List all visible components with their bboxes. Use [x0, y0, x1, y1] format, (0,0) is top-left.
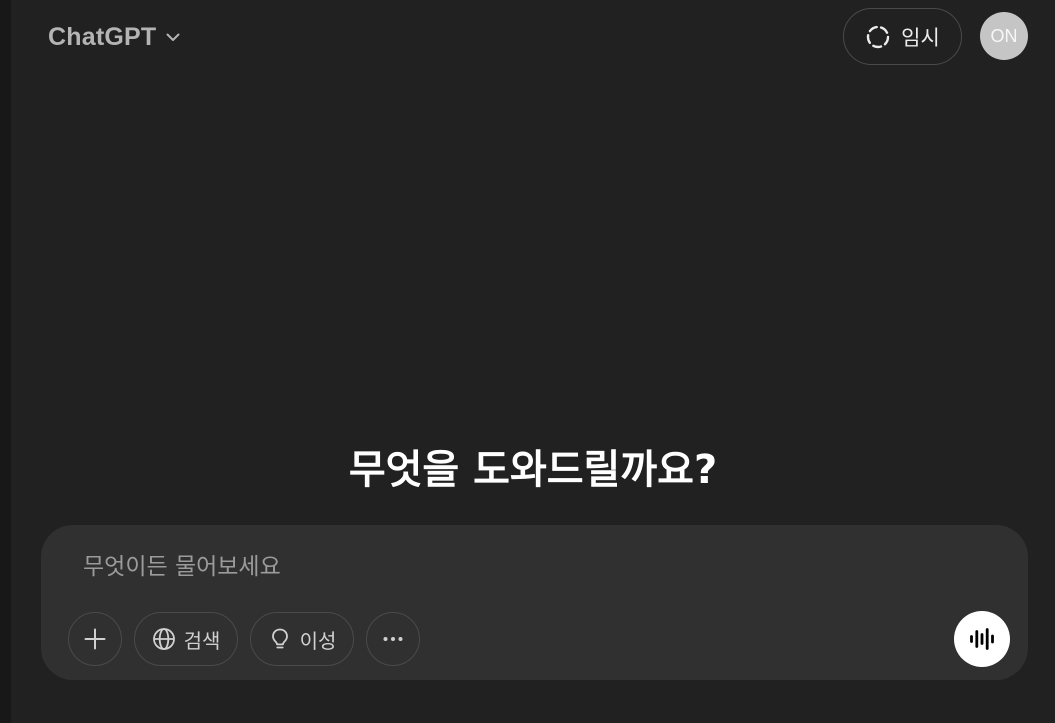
add-button[interactable] [68, 612, 122, 666]
plus-icon [83, 627, 107, 651]
voice-mode-button[interactable] [954, 611, 1010, 667]
temporary-chat-button[interactable]: 임시 [843, 8, 962, 65]
voice-waveform-icon [968, 625, 996, 653]
search-button[interactable]: 검색 [134, 612, 238, 666]
lightbulb-icon [268, 627, 292, 651]
ellipsis-icon [381, 627, 405, 651]
globe-icon [152, 627, 176, 651]
sidebar-edge [0, 0, 11, 723]
reason-label: 이성 [299, 628, 337, 653]
chevron-down-icon [164, 28, 182, 46]
dashed-circle-icon [865, 24, 891, 50]
model-switcher[interactable]: ChatGPT [36, 14, 194, 60]
app-window: ChatGPT 임시 ON 무엇을 도와드릴까요? 무엇이든 물어보세요 검색 … [0, 0, 1055, 723]
composer: 검색 이성 [41, 525, 1028, 680]
search-label: 검색 [183, 628, 221, 653]
model-name: ChatGPT [48, 22, 157, 51]
prompt-input[interactable] [83, 547, 963, 587]
reason-button[interactable]: 이성 [250, 612, 354, 666]
more-tools-button[interactable] [366, 612, 420, 666]
temporary-chat-label: 임시 [901, 25, 940, 50]
page-title: 무엇을 도와드릴까요? [348, 447, 718, 493]
avatar-initials: ON [990, 25, 1018, 46]
user-avatar[interactable]: ON [980, 12, 1028, 60]
